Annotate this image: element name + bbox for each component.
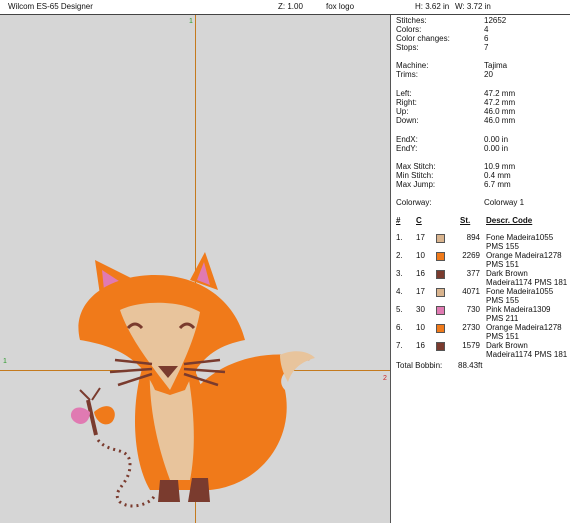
col-header-description: Descr. Code — [486, 216, 533, 225]
machine-label: Machine: — [396, 61, 429, 70]
colorway-value: Colorway 1 — [484, 198, 525, 207]
thread-row-description: Dark Brown — [486, 341, 528, 350]
guide-marker-top: 1 — [189, 18, 193, 25]
title-bar: Wilcom ES-65 Designer Z: 1.00 fox logo H… — [0, 0, 570, 15]
trims-label: Trims: — [396, 70, 418, 79]
height-readout: H: 3.62 in — [415, 2, 450, 11]
right-label: Right: — [396, 98, 417, 107]
thread-row-pms: Madeira1174 PMS 181 — [486, 350, 568, 359]
left-value: 47.2 mm — [484, 89, 516, 98]
thread-row-number: 2. — [396, 251, 403, 260]
thread-row-number: 5. — [396, 305, 403, 314]
thread-row-description: Fone Madeira1055 — [486, 287, 554, 296]
thread-row-pms: PMS 155 — [486, 296, 519, 305]
thread-row-number: 3. — [396, 269, 403, 278]
thread-row-description: Orange Madeira1278 — [486, 251, 562, 260]
thread-row-number: 1. — [396, 233, 403, 242]
app-title: Wilcom ES-65 Designer — [8, 2, 93, 11]
thread-row-stitches: 1579 — [462, 341, 480, 350]
color-swatch — [436, 324, 445, 333]
endy-value: 0.00 in — [484, 144, 509, 153]
trims-value: 20 — [484, 70, 493, 79]
design-canvas[interactable]: 1 1 2 — [0, 15, 391, 523]
thread-row-code: 17 — [416, 233, 425, 242]
left-label: Left: — [396, 89, 412, 98]
thread-row-code: 10 — [416, 323, 425, 332]
thread-row-code: 30 — [416, 305, 425, 314]
color-swatch — [436, 234, 445, 243]
stitches-value: 12652 — [484, 16, 507, 25]
color-changes-value: 6 — [484, 34, 489, 43]
colors-label: Colors: — [396, 25, 422, 34]
max-jump-value: 6.7 mm — [484, 180, 511, 189]
thread-row-stitches: 4071 — [462, 287, 480, 296]
endy-label: EndY: — [396, 144, 418, 153]
design-info-panel: Stitches: 12652 Colors: 4 Color changes:… — [396, 15, 570, 523]
colors-value: 4 — [484, 25, 489, 34]
thread-row-number: 7. — [396, 341, 403, 350]
stitches-label: Stitches: — [396, 16, 427, 25]
endx-value: 0.00 in — [484, 135, 509, 144]
thread-row-pms: Madeira1174 PMS 181 — [486, 278, 568, 287]
col-header-code: C — [416, 216, 422, 225]
total-bobbin-value: 88.43ft — [458, 361, 483, 370]
thread-row-description: Pink Madeira1309 — [486, 305, 551, 314]
up-label: Up: — [396, 107, 409, 116]
design-name: fox logo — [326, 2, 355, 11]
down-value: 46.0 mm — [484, 116, 516, 125]
col-header-number: # — [396, 216, 401, 225]
stops-label: Stops: — [396, 43, 419, 52]
color-swatch — [436, 270, 445, 279]
thread-row-number: 6. — [396, 323, 403, 332]
up-value: 46.0 mm — [484, 107, 516, 116]
thread-row-code: 17 — [416, 287, 425, 296]
color-swatch — [436, 288, 445, 297]
thread-row-description: Dark Brown — [486, 269, 528, 278]
thread-row-stitches: 377 — [466, 269, 480, 278]
total-bobbin-label: Total Bobbin: — [396, 361, 443, 370]
thread-row-pms: PMS 151 — [486, 332, 519, 341]
thread-row-code: 16 — [416, 341, 425, 350]
thread-row-stitches: 894 — [466, 233, 480, 242]
stops-value: 7 — [484, 43, 489, 52]
thread-row-pms: PMS 211 — [486, 314, 519, 323]
max-jump-label: Max Jump: — [396, 180, 436, 189]
machine-value: Tajima — [484, 61, 508, 70]
guide-marker-right: 2 — [383, 375, 387, 382]
endx-label: EndX: — [396, 135, 418, 144]
min-stitch-value: 0.4 mm — [484, 171, 511, 180]
thread-row-code: 10 — [416, 251, 425, 260]
thread-row-stitches: 2730 — [462, 323, 480, 332]
max-stitch-label: Max Stitch: — [396, 162, 436, 171]
color-swatch — [436, 252, 445, 261]
thread-row-pms: PMS 151 — [486, 260, 519, 269]
guide-marker-left: 1 — [3, 358, 7, 365]
thread-row-pms: PMS 155 — [486, 242, 519, 251]
min-stitch-label: Min Stitch: — [396, 171, 434, 180]
thread-row-stitches: 2269 — [462, 251, 480, 260]
fox-embroidery-design[interactable] — [60, 240, 350, 510]
width-readout: W: 3.72 in — [455, 2, 491, 11]
thread-row-description: Orange Madeira1278 — [486, 323, 562, 332]
thread-row-number: 4. — [396, 287, 403, 296]
right-value: 47.2 mm — [484, 98, 516, 107]
down-label: Down: — [396, 116, 419, 125]
thread-row-code: 16 — [416, 269, 425, 278]
colorway-label: Colorway: — [396, 198, 432, 207]
color-swatch — [436, 306, 445, 315]
zoom-readout: Z: 1.00 — [278, 2, 303, 11]
thread-row-description: Fone Madeira1055 — [486, 233, 554, 242]
color-swatch — [436, 342, 445, 351]
max-stitch-value: 10.9 mm — [484, 162, 516, 171]
thread-row-stitches: 730 — [466, 305, 480, 314]
col-header-stitches: St. — [460, 216, 471, 225]
color-changes-label: Color changes: — [396, 34, 450, 43]
